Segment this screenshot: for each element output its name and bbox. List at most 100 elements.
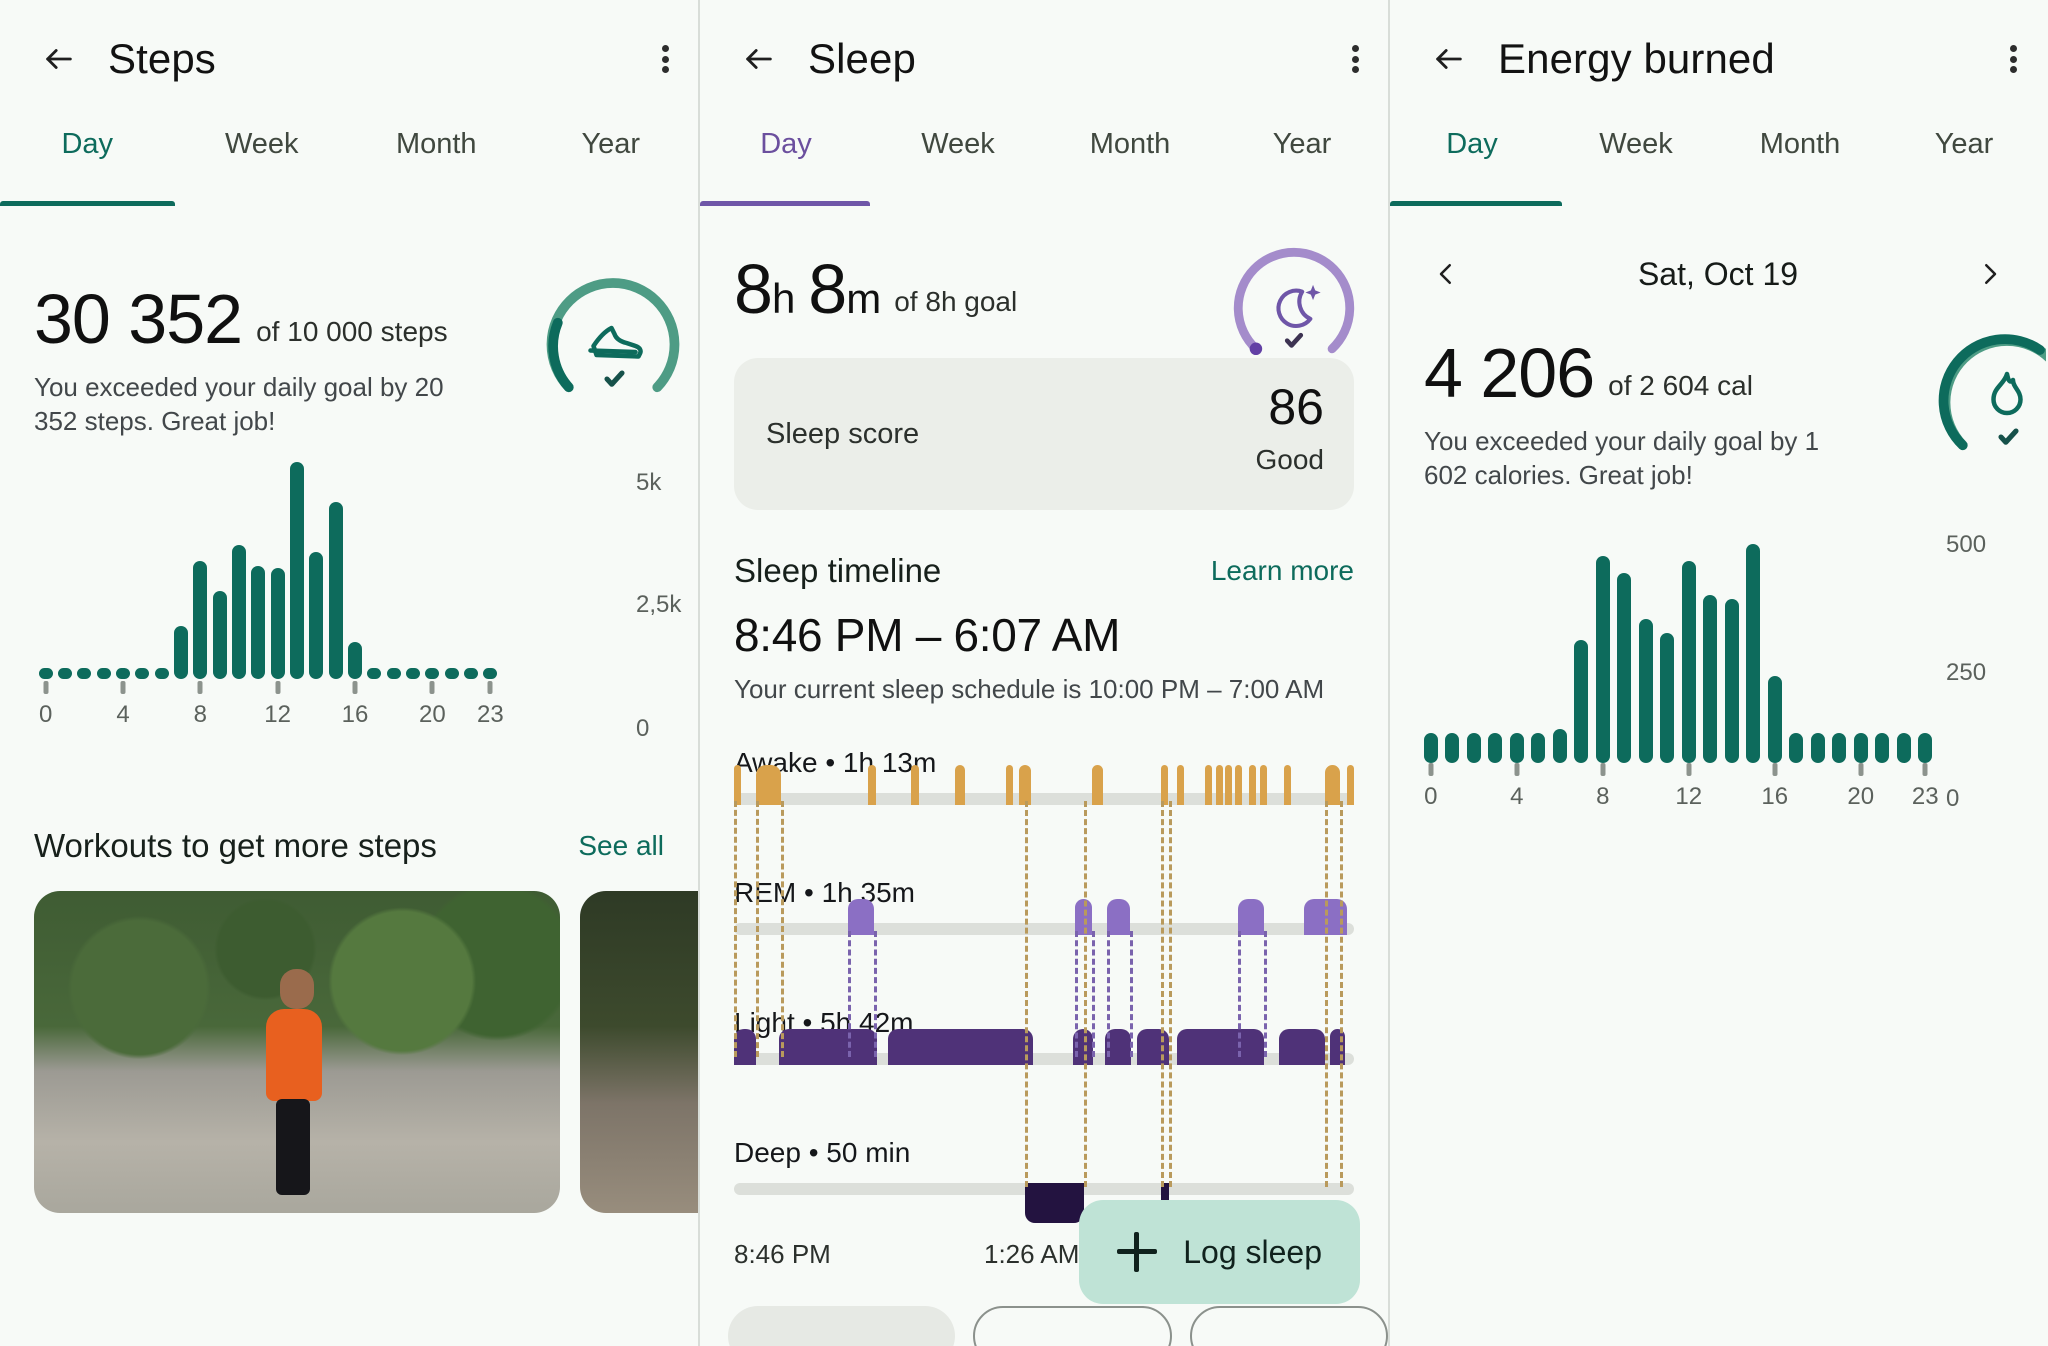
y-tick-label: 2,5k xyxy=(636,590,682,618)
tab-day[interactable]: Day xyxy=(700,118,872,206)
sleep-timeline-title: Sleep timeline xyxy=(734,552,942,589)
stage-transition-connector xyxy=(1107,931,1111,1057)
tab-year[interactable]: Year xyxy=(1882,118,2046,206)
energy-bar-chart: 0 4 8 12 16 20 23 500 250 0 xyxy=(1390,527,2046,867)
check-icon xyxy=(1284,332,1304,348)
stage-transition-connector xyxy=(1340,801,1344,1187)
stage-transition-connector xyxy=(1169,801,1173,1187)
sleep-hours-unit: h xyxy=(771,275,795,322)
y-tick-label: 250 xyxy=(1946,658,1987,686)
sleep-timeline-header: Sleep timeline Learn more xyxy=(700,552,1388,590)
sleep-stage-segment xyxy=(1284,765,1292,805)
stage-transition-connector xyxy=(873,931,877,1057)
back-icon[interactable] xyxy=(730,30,788,88)
page-title: Steps xyxy=(108,35,216,82)
tab-month[interactable]: Month xyxy=(1044,118,1216,206)
y-tick-label: 5k xyxy=(636,468,662,496)
tab-year[interactable]: Year xyxy=(1216,118,1388,206)
moon-stars-icon xyxy=(1276,284,1321,329)
sleep-screen: Sleep Day Week Month Year 8h 8m of 8h goa… xyxy=(700,0,1390,1346)
energy-goal: of 2 604 cal xyxy=(1608,370,1753,401)
sleep-stage-segment xyxy=(1278,1029,1325,1065)
back-icon[interactable] xyxy=(30,30,88,88)
back-icon[interactable] xyxy=(1420,30,1478,88)
steps-goal: of 10 000 steps xyxy=(256,316,448,347)
sleep-stage-segment xyxy=(1249,765,1257,805)
sleep-stage-segment xyxy=(1177,765,1185,805)
tab-day[interactable]: Day xyxy=(1390,118,1554,206)
stage-transition-connector xyxy=(1263,931,1267,1057)
ring-endpoint-dot xyxy=(1249,342,1263,356)
steps-description: You exceeded your daily goal by 20 352 s… xyxy=(34,372,444,437)
energy-appbar: Energy burned xyxy=(1390,0,2046,118)
stage-transition-connector xyxy=(1083,801,1087,1187)
workouts-section-header: Workouts to get more steps See all xyxy=(0,827,698,865)
workout-card[interactable] xyxy=(34,890,560,1213)
sleep-stage-segment xyxy=(755,765,781,805)
bottom-chip[interactable] xyxy=(973,1306,1172,1346)
sleep-progress-ring xyxy=(1226,240,1362,376)
sleep-goal: of 8h goal xyxy=(894,286,1018,317)
sleep-stage-segment xyxy=(1216,765,1224,805)
more-vertical-icon[interactable] xyxy=(1322,26,1388,92)
sleep-stage-label: Deep • 50 min xyxy=(734,1137,911,1168)
sleep-score-card[interactable]: Sleep score 86 Good xyxy=(734,358,1354,510)
sleep-range: 8:46 PM – 6:07 AM xyxy=(734,609,1121,661)
shoe-icon xyxy=(588,325,643,359)
tab-year[interactable]: Year xyxy=(524,118,699,206)
bottom-chip[interactable] xyxy=(1189,1306,1388,1346)
sleep-stage-segment xyxy=(1347,765,1355,805)
check-icon xyxy=(1998,428,2019,445)
tab-day[interactable]: Day xyxy=(0,118,175,206)
stage-transition-connector xyxy=(1091,931,1095,1057)
stage-transition-connector xyxy=(780,801,784,1057)
y-tick-label: 500 xyxy=(1946,530,1987,558)
sleep-stage-segment xyxy=(1237,899,1264,935)
more-vertical-icon[interactable] xyxy=(632,26,698,92)
sleep-stage-segment xyxy=(1107,899,1130,935)
sleep-stage-segment xyxy=(1025,1183,1084,1223)
steps-value: 30 352 xyxy=(34,280,243,358)
energy-description: You exceeded your daily goal by 1 602 ca… xyxy=(1424,426,1820,491)
stage-transition-connector xyxy=(1129,931,1133,1057)
sleep-stage-segment xyxy=(1260,765,1268,805)
tab-month[interactable]: Month xyxy=(1718,118,1882,206)
y-tick-label: 0 xyxy=(1946,784,1960,812)
sleep-hypnogram: Awake • 1h 13m REM • 1h 35m Light • 5h 42m… xyxy=(734,731,1355,1231)
tab-week[interactable]: Week xyxy=(175,118,350,206)
chevron-right-icon[interactable] xyxy=(1968,252,2012,296)
sleep-stage-label: REM • 1h 35m xyxy=(734,877,915,908)
stage-transition-connector xyxy=(755,801,759,1057)
log-sleep-button[interactable]: Log sleep xyxy=(1079,1200,1360,1304)
sleep-schedule: Your current sleep schedule is 10:00 PM … xyxy=(734,674,1325,704)
sleep-duration: 8h 8m xyxy=(734,254,881,324)
check-icon xyxy=(604,370,625,387)
workouts-title: Workouts to get more steps xyxy=(34,826,437,864)
sleep-stage-segment xyxy=(1091,765,1104,805)
tab-week[interactable]: Week xyxy=(872,118,1044,206)
steps-appbar: Steps xyxy=(0,0,698,118)
more-vertical-icon[interactable] xyxy=(1980,26,2046,92)
energy-value: 4 206 xyxy=(1424,334,1595,412)
chevron-left-icon[interactable] xyxy=(1424,252,1468,296)
sleep-score-value: 86 xyxy=(1268,379,1324,435)
learn-more-link[interactable]: Learn more xyxy=(1211,555,1354,587)
sleep-hours: 8 xyxy=(734,250,773,328)
sleep-score-label: Sleep score xyxy=(766,418,920,450)
steps-bar-chart: 0 4 8 12 16 20 23 5k 2,5k 0 xyxy=(0,462,698,793)
workout-card[interactable] xyxy=(580,890,698,1213)
tab-week[interactable]: Week xyxy=(1554,118,1718,206)
sleep-stage-segment xyxy=(867,765,876,805)
stage-transition-connector xyxy=(734,801,737,1057)
tab-month[interactable]: Month xyxy=(349,118,524,206)
stage-transition-connector xyxy=(1324,801,1328,1187)
page-title: Energy burned xyxy=(1498,35,1775,82)
see-all-link[interactable]: See all xyxy=(578,830,664,862)
energy-date-navigator: Sat, Oct 19 xyxy=(1390,252,2046,296)
sleep-stage-segment xyxy=(1176,1029,1264,1065)
sleep-stage-segment xyxy=(1225,765,1233,805)
stage-transition-connector xyxy=(1025,801,1029,1187)
y-tick-label: 0 xyxy=(636,714,650,742)
bottom-chip[interactable] xyxy=(728,1306,956,1346)
hypnogram-mid-time: 1:26 AM xyxy=(984,1239,1080,1269)
